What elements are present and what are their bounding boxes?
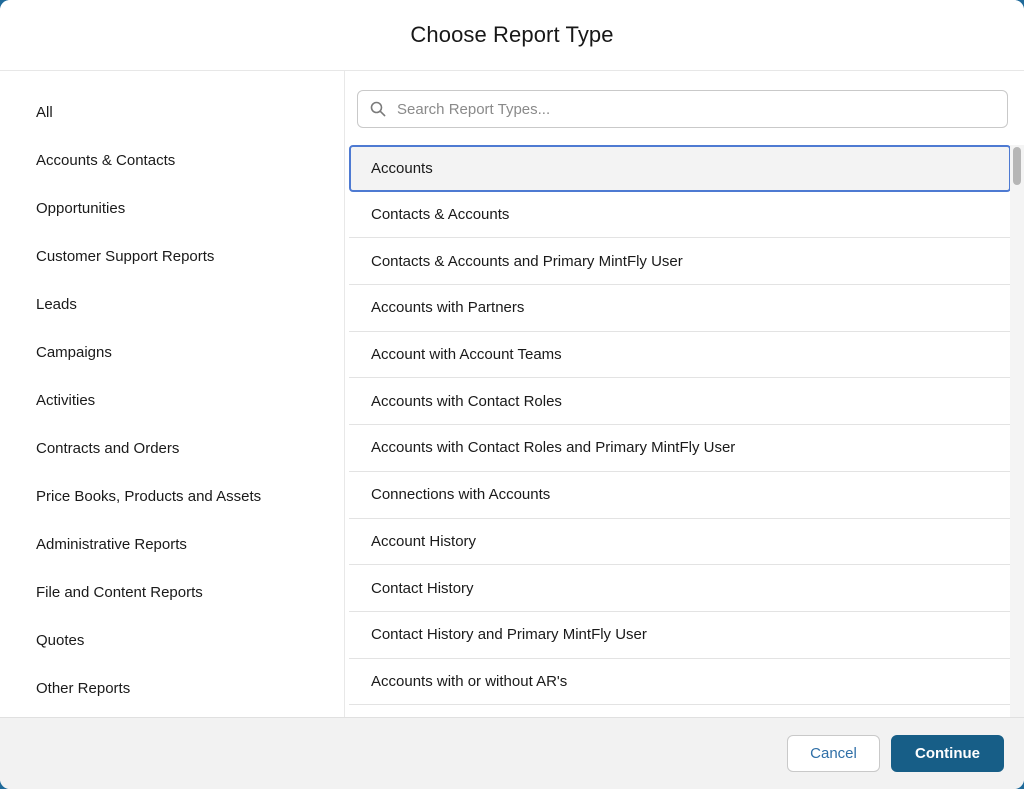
sidebar-item-label: Price Books, Products and Assets bbox=[36, 488, 261, 505]
list-item-label: Contacts & Accounts and Primary MintFly … bbox=[371, 253, 683, 270]
sidebar-item[interactable]: Administrative Reports bbox=[0, 520, 344, 568]
sidebar-item-label: All bbox=[36, 104, 53, 121]
list-item[interactable]: Account History bbox=[349, 519, 1011, 566]
sidebar-item[interactable]: All bbox=[0, 88, 344, 136]
dialog-body: All Accounts & Contacts Opportunities Cu… bbox=[0, 71, 1024, 717]
list-item[interactable]: Accounts with Contact Roles bbox=[349, 378, 1011, 425]
sidebar-item[interactable]: Price Books, Products and Assets bbox=[0, 472, 344, 520]
list-item-label: Accounts with Contact Roles and Primary … bbox=[371, 439, 735, 456]
list-item-label: Contact History bbox=[371, 580, 474, 597]
report-type-list: Accounts Contacts & Accounts Contacts & … bbox=[349, 145, 1011, 705]
list-item-label: Accounts bbox=[371, 160, 433, 177]
dialog-header: Choose Report Type bbox=[0, 0, 1024, 71]
list-item-label: Accounts with Partners bbox=[371, 299, 524, 316]
sidebar-item[interactable]: Contracts and Orders bbox=[0, 424, 344, 472]
list-item-label: Contact History and Primary MintFly User bbox=[371, 626, 647, 643]
sidebar-item-label: Activities bbox=[36, 392, 95, 409]
list-item[interactable]: Accounts bbox=[349, 145, 1011, 192]
continue-button[interactable]: Continue bbox=[891, 735, 1004, 772]
sidebar-item-label: Quotes bbox=[36, 632, 84, 649]
sidebar-item-label: Leads bbox=[36, 296, 77, 313]
page-title: Choose Report Type bbox=[410, 22, 613, 48]
sidebar-item[interactable]: Customer Support Reports bbox=[0, 232, 344, 280]
search-input[interactable] bbox=[395, 100, 995, 119]
list-item-partial[interactable] bbox=[357, 705, 1008, 713]
sidebar-item[interactable]: Campaigns bbox=[0, 328, 344, 376]
list-item[interactable]: Contact History bbox=[349, 565, 1011, 612]
list-item[interactable]: Connections with Accounts bbox=[349, 472, 1011, 519]
sidebar-item-label: Contracts and Orders bbox=[36, 440, 179, 457]
list-item-label: Accounts with Contact Roles bbox=[371, 393, 562, 410]
list-item-label: Connections with Accounts bbox=[371, 486, 550, 503]
sidebar-item-label: File and Content Reports bbox=[36, 584, 203, 601]
report-category-sidebar: All Accounts & Contacts Opportunities Cu… bbox=[0, 71, 345, 717]
sidebar-item-label: Accounts & Contacts bbox=[36, 152, 175, 169]
sidebar-item[interactable]: Accounts & Contacts bbox=[0, 136, 344, 184]
sidebar-item-label: Campaigns bbox=[36, 344, 112, 361]
sidebar-item[interactable]: Quotes bbox=[0, 616, 344, 664]
list-item[interactable]: Contacts & Accounts and Primary MintFly … bbox=[349, 238, 1011, 285]
list-item[interactable]: Account with Account Teams bbox=[349, 332, 1011, 379]
report-type-panel: Accounts Contacts & Accounts Contacts & … bbox=[345, 71, 1024, 717]
sidebar-item[interactable]: Leads bbox=[0, 280, 344, 328]
dialog-footer: Cancel Continue bbox=[0, 717, 1024, 789]
cancel-button[interactable]: Cancel bbox=[787, 735, 880, 772]
scrollbar-thumb[interactable] bbox=[1013, 147, 1021, 185]
sidebar-item[interactable]: Opportunities bbox=[0, 184, 344, 232]
search-icon bbox=[370, 101, 386, 117]
list-item[interactable]: Accounts with Partners bbox=[349, 285, 1011, 332]
sidebar-item[interactable]: Other Reports bbox=[0, 664, 344, 712]
list-item[interactable]: Accounts with Contact Roles and Primary … bbox=[349, 425, 1011, 472]
choose-report-type-dialog: Choose Report Type All Accounts & Contac… bbox=[0, 0, 1024, 789]
list-item[interactable]: Contact History and Primary MintFly User bbox=[349, 612, 1011, 659]
list-item-label: Accounts with or without AR's bbox=[371, 673, 567, 690]
sidebar-item-label: Administrative Reports bbox=[36, 536, 187, 553]
sidebar-item-label: Opportunities bbox=[36, 200, 125, 217]
list-item-label: Account with Account Teams bbox=[371, 346, 562, 363]
list-item[interactable]: Contacts & Accounts bbox=[349, 192, 1011, 239]
list-item-label: Contacts & Accounts bbox=[371, 206, 509, 223]
sidebar-item[interactable]: File and Content Reports bbox=[0, 568, 344, 616]
list-item[interactable]: Accounts with or without AR's bbox=[349, 659, 1011, 706]
scrollbar-track[interactable] bbox=[1010, 145, 1024, 717]
sidebar-item-label: Customer Support Reports bbox=[36, 248, 214, 265]
sidebar-item-label: Other Reports bbox=[36, 680, 130, 697]
list-item-label: Account History bbox=[371, 533, 476, 550]
search-box bbox=[357, 90, 1008, 128]
sidebar-item[interactable]: Activities bbox=[0, 376, 344, 424]
